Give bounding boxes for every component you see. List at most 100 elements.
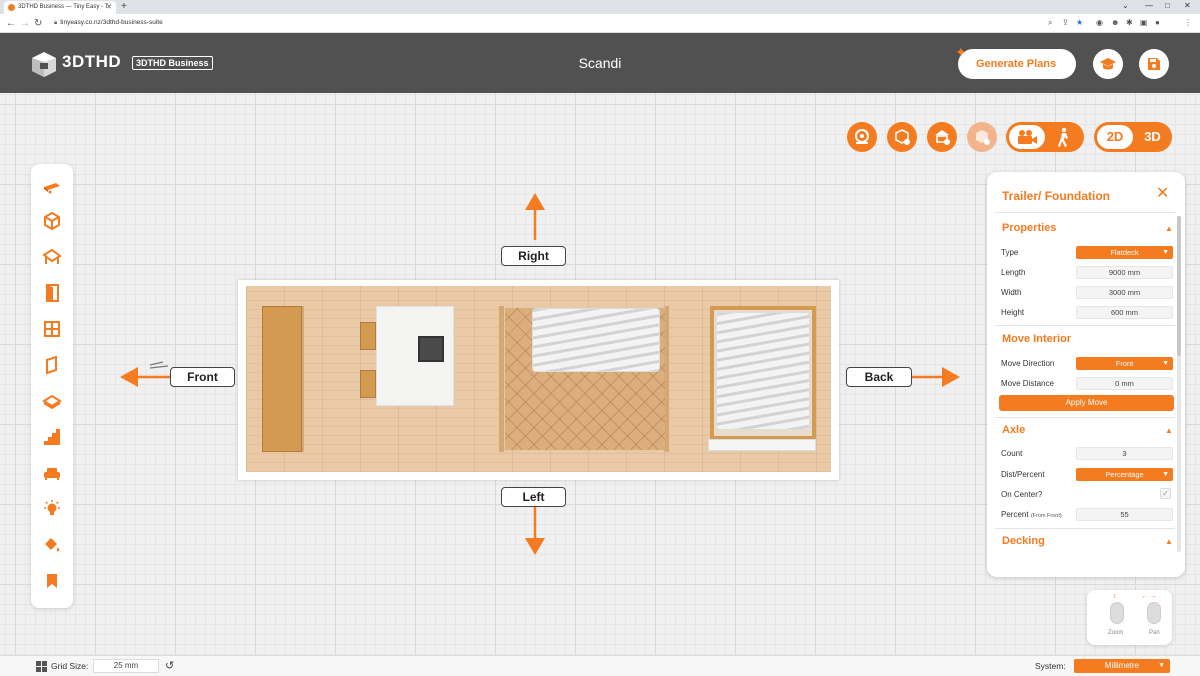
- tool-furniture[interactable]: [37, 458, 67, 488]
- unit-system-select[interactable]: Millimetre ▼: [1074, 659, 1170, 673]
- caret-up-icon[interactable]: ▲: [1165, 426, 1173, 435]
- caret-up-icon[interactable]: ▲: [1165, 224, 1173, 233]
- light-icon: [44, 500, 60, 515]
- minimize-icon[interactable]: —: [1145, 0, 1153, 12]
- tool-floor[interactable]: [37, 386, 67, 416]
- length-field[interactable]: 9000 mm: [1076, 266, 1173, 279]
- sofa-bed[interactable]: [532, 308, 660, 372]
- divider: [995, 528, 1175, 529]
- menu-icon[interactable]: ⋮: [1184, 18, 1192, 28]
- logo-cube-icon: [32, 52, 56, 77]
- type-select[interactable]: Flatdeck ▼: [1076, 246, 1173, 259]
- trailer-icon: [44, 183, 60, 194]
- properties-panel: Trailer/ Foundation ✕ Properties ▲ Type …: [987, 172, 1185, 577]
- scrollbar-thumb[interactable]: [1177, 216, 1181, 356]
- hide-walls-button[interactable]: [887, 122, 917, 152]
- star-icon[interactable]: ★: [1076, 18, 1083, 28]
- divider: [995, 417, 1175, 418]
- move-direction-select[interactable]: Front ▼: [1076, 357, 1173, 370]
- tool-structure[interactable]: [37, 206, 67, 236]
- new-tab-icon[interactable]: +: [121, 0, 127, 14]
- grid-size-field[interactable]: 25 mm: [93, 659, 159, 673]
- tool-lighting[interactable]: [37, 494, 67, 524]
- bookmark-icon: [47, 574, 57, 588]
- section-properties-title[interactable]: Properties: [1002, 222, 1056, 234]
- height-field[interactable]: 600 mm: [1076, 306, 1173, 319]
- type-label: Type: [1001, 248, 1019, 257]
- tool-window[interactable]: [37, 314, 67, 344]
- section-move-interior-title[interactable]: Move Interior: [1002, 333, 1071, 345]
- logo-text[interactable]: 3DTHD: [62, 52, 121, 72]
- stool[interactable]: [360, 322, 376, 350]
- system-label: System:: [1035, 661, 1066, 671]
- profile-icon[interactable]: ●: [1155, 18, 1160, 28]
- floor-plan[interactable]: [238, 280, 839, 480]
- left-toolbar: [31, 164, 73, 608]
- url-field[interactable]: 🔒︎ tinyeasy.co.nz/3dthd-business-suite: [54, 17, 163, 29]
- grid-size-label: Grid Size:: [51, 661, 89, 671]
- close-icon[interactable]: ✕: [1156, 186, 1169, 202]
- move-distance-label: Move Distance: [1001, 379, 1054, 388]
- address-bar: ← → ↻ 🔒︎ tinyeasy.co.nz/3dthd-business-su…: [0, 14, 1200, 33]
- walk-icon[interactable]: [1055, 127, 1073, 147]
- apply-move-button[interactable]: Apply Move: [999, 395, 1174, 411]
- tool-trailer[interactable]: [37, 172, 67, 202]
- panel-scrollbar[interactable]: [1177, 216, 1181, 552]
- section-decking-title[interactable]: Decking: [1002, 535, 1045, 547]
- on-center-checkbox[interactable]: ✓: [1160, 488, 1171, 499]
- tool-stairs[interactable]: [37, 422, 67, 452]
- bed-step[interactable]: [708, 439, 816, 451]
- tab-search-icon[interactable]: ⌄: [1122, 0, 1129, 12]
- tool-roof[interactable]: [37, 242, 67, 272]
- interior-view-icon: [976, 130, 990, 145]
- share-icon[interactable]: ⇪: [1062, 18, 1069, 28]
- reset-icon[interactable]: ↺: [165, 659, 174, 673]
- sidepanel-icon[interactable]: ▣: [1140, 18, 1148, 28]
- hide-roof-button[interactable]: [927, 122, 957, 152]
- project-title[interactable]: Scandi: [540, 55, 660, 71]
- bed-mattress: [716, 312, 810, 430]
- save-icon: [1148, 58, 1160, 70]
- mode-2d-button[interactable]: 2D: [1097, 125, 1133, 149]
- caret-up-icon[interactable]: ▲: [1165, 537, 1173, 546]
- maximize-icon[interactable]: □: [1165, 0, 1170, 12]
- window-close-icon[interactable]: ✕: [1184, 0, 1191, 12]
- tool-wall-panel[interactable]: [37, 350, 67, 380]
- browser-tab[interactable]: 3DTHD Business — Tiny Easy - T ✕: [4, 1, 116, 14]
- tape-measure-icon: [855, 129, 869, 144]
- forward-icon[interactable]: →: [20, 16, 30, 31]
- width-field[interactable]: 3000 mm: [1076, 286, 1173, 299]
- divider: [995, 212, 1175, 213]
- panel-title: Trailer/ Foundation: [1002, 189, 1111, 203]
- stool[interactable]: [360, 370, 376, 398]
- tool-paint[interactable]: [37, 530, 67, 560]
- tape-measure-button[interactable]: [847, 122, 877, 152]
- back-icon[interactable]: ←: [6, 16, 16, 31]
- sparkle-icon: ✦: [955, 44, 967, 60]
- dist-percent-select[interactable]: Percentage ▼: [1076, 468, 1173, 481]
- window-icon: [44, 321, 60, 337]
- axle-count-field[interactable]: 3: [1076, 447, 1173, 460]
- bed-frame[interactable]: [710, 306, 816, 440]
- puzzle-icon[interactable]: ✱: [1126, 18, 1133, 28]
- chevron-down-icon: ▼: [1162, 471, 1169, 478]
- reload-icon[interactable]: ↻: [34, 16, 42, 31]
- tutorial-button[interactable]: [1093, 49, 1123, 79]
- tool-door[interactable]: [37, 278, 67, 308]
- extension-icon[interactable]: ☻: [1111, 18, 1119, 28]
- section-axle-title[interactable]: Axle: [1002, 424, 1025, 436]
- tool-bookmark[interactable]: [37, 566, 67, 596]
- zoom-icon[interactable]: ⌕: [1048, 18, 1052, 28]
- generate-plans-button[interactable]: Generate Plans: [958, 49, 1076, 79]
- hide-interior-button[interactable]: [967, 122, 997, 152]
- sink[interactable]: [418, 336, 444, 362]
- move-distance-field[interactable]: 0 mm: [1076, 377, 1173, 390]
- mode-3d-button[interactable]: 3D: [1136, 125, 1169, 149]
- percent-field[interactable]: 55: [1076, 508, 1173, 521]
- direction-right-label: Right: [501, 246, 566, 266]
- orbit-camera-button[interactable]: [1009, 125, 1045, 149]
- bench-unit[interactable]: [262, 306, 302, 452]
- save-button[interactable]: [1139, 49, 1169, 79]
- tab-close-icon[interactable]: ✕: [106, 1, 112, 14]
- camera-icon[interactable]: ◉: [1096, 18, 1103, 28]
